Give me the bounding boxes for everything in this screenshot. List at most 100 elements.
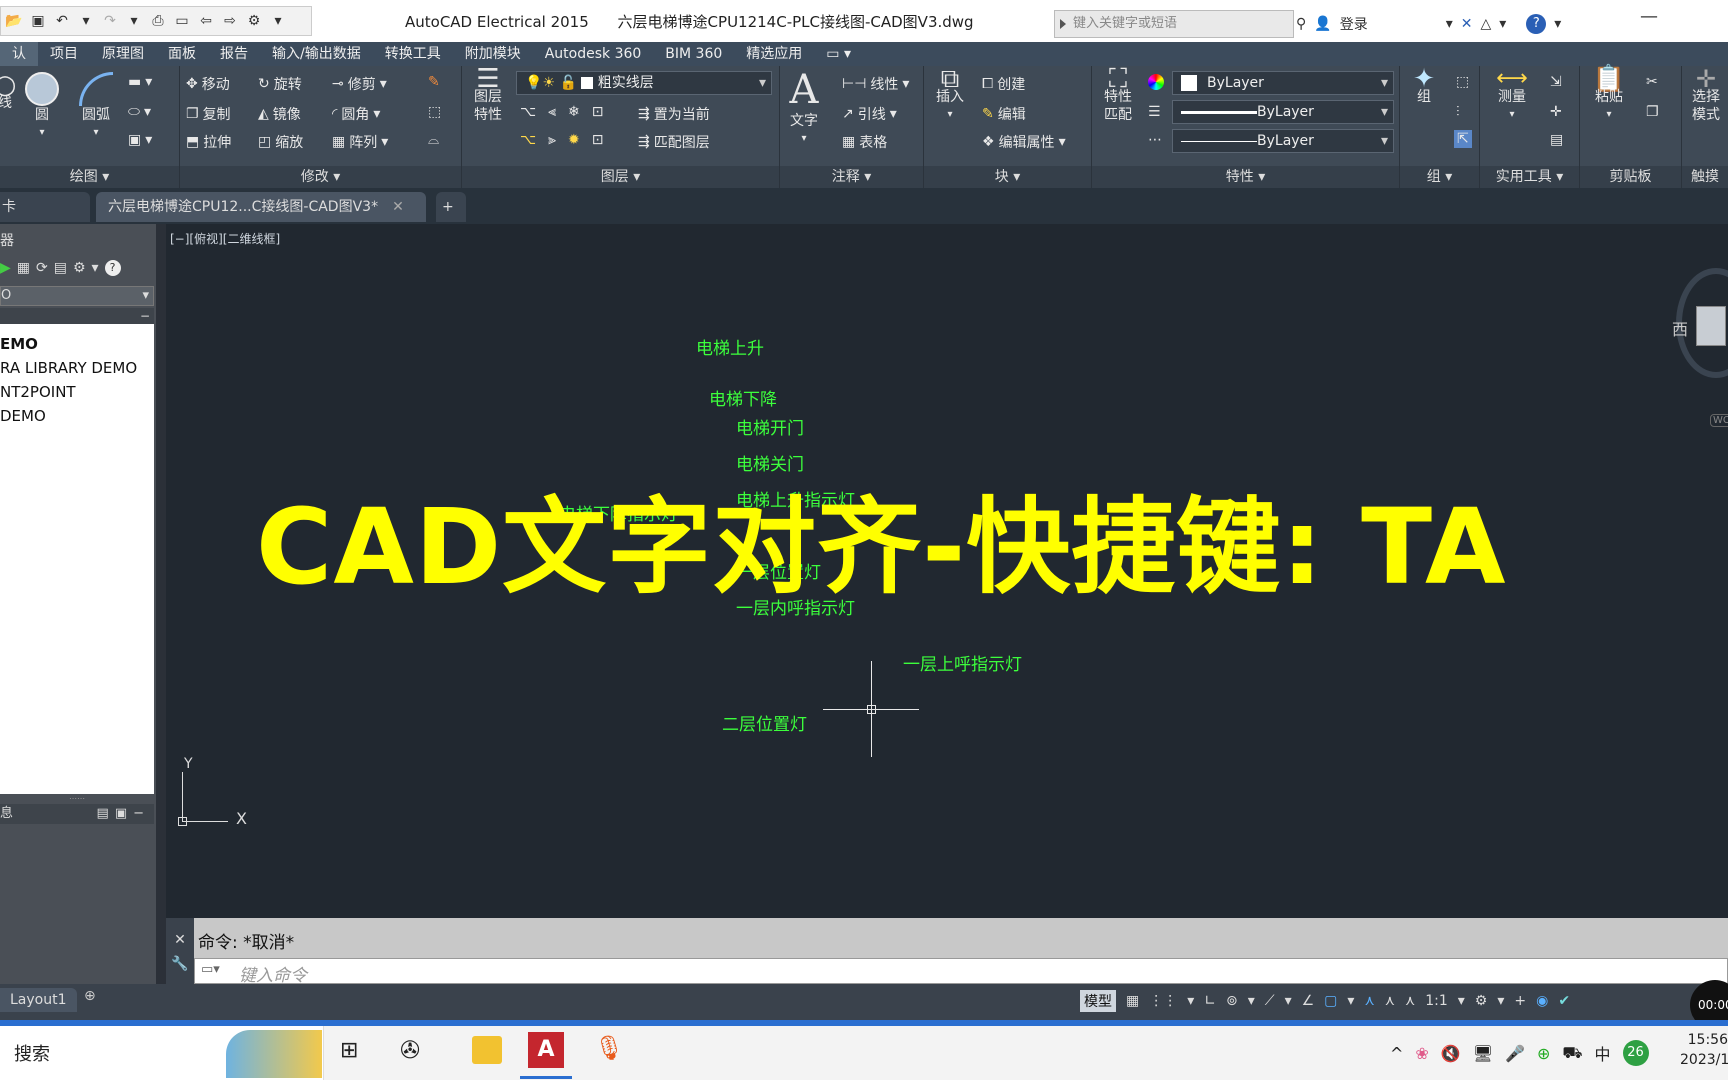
flower-icon[interactable]: ❀ — [1415, 1044, 1428, 1063]
measure-button[interactable]: ⟷ 测量 ▾ — [1484, 68, 1540, 124]
tab-addins[interactable]: 附加模块 — [453, 42, 533, 66]
ungroup-icon[interactable]: ⬚ — [1456, 74, 1469, 90]
clock[interactable]: 15:56 2023/1 — [1680, 1030, 1728, 1070]
layer-lock-icon[interactable]: ⊡ — [592, 104, 604, 120]
snap-icon[interactable]: ⋮⋮ — [1149, 993, 1177, 1009]
ime-indicator[interactable]: 中 — [1595, 1041, 1611, 1065]
folder-icon[interactable]: ▭ — [173, 12, 191, 30]
leader-button[interactable]: ↗ 引线 ▾ — [842, 104, 897, 124]
set-current-button[interactable]: ⇶ 置为当前 — [638, 104, 710, 124]
network-icon[interactable]: 🖥 — [1473, 1044, 1493, 1063]
minimize-icon[interactable]: — — [1640, 6, 1658, 27]
calculator-icon[interactable]: ▤ — [1550, 132, 1563, 148]
erase-button[interactable]: ✎ — [428, 74, 440, 90]
binoculars-icon[interactable]: ⚲ — [1296, 16, 1306, 32]
angle-icon[interactable]: ∠ — [1302, 993, 1315, 1009]
cad-text[interactable]: 二层位置灯 — [722, 710, 807, 735]
lineweight-icon[interactable]: ☰ — [1148, 104, 1161, 120]
tab-autodesk360[interactable]: Autodesk 360 — [533, 42, 654, 66]
wrench-icon[interactable]: 🔧 — [166, 956, 194, 972]
create-block-button[interactable]: ⧠ 创建 — [982, 74, 1025, 94]
customize-icon[interactable]: ▾ — [269, 12, 287, 30]
cad-text[interactable]: 电梯开门 — [736, 414, 804, 439]
point-icon[interactable]: ✛ — [1550, 104, 1562, 120]
tab-reports[interactable]: 报告 — [208, 42, 260, 66]
panel-title-draw[interactable]: 绘图 ▾ — [0, 166, 179, 188]
user-icon[interactable]: 👤 — [1314, 16, 1331, 32]
layer-unlock-icon[interactable]: ⊡ — [592, 132, 604, 148]
collapse-icon[interactable]: − — [0, 308, 154, 324]
linetype-combo[interactable]: ByLayer — [1172, 129, 1394, 153]
task-view-icon[interactable]: ⊞ — [340, 1038, 358, 1063]
offset-button[interactable]: ⌓ — [428, 132, 439, 148]
layer-on-icon[interactable]: ⌥ — [520, 132, 536, 148]
color-combo[interactable]: ByLayer — [1172, 71, 1394, 95]
cad-text[interactable]: 一层上呼指示灯 — [903, 650, 1022, 675]
dropdown-icon[interactable]: ▾ — [92, 260, 99, 276]
linetype-icon[interactable]: ⋯ — [1148, 132, 1162, 148]
help-icon[interactable]: ? — [104, 260, 121, 276]
layer-off-icon[interactable]: ⌥ — [520, 104, 536, 120]
panel-title-group[interactable]: 组 ▾ — [1400, 166, 1479, 188]
panel-title-utilities[interactable]: 实用工具 ▾ — [1480, 166, 1579, 188]
tab-home[interactable]: 认 — [0, 42, 38, 66]
annotation-scale-value[interactable]: 1:1 — [1425, 993, 1448, 1009]
linear-dim-button[interactable]: ⊢⊣ 线性 ▾ — [842, 74, 909, 94]
explode-button[interactable]: ⬚ — [428, 104, 441, 120]
quick-select-icon[interactable]: ⇲ — [1550, 74, 1562, 90]
dropdown-icon[interactable]: ▾ — [1347, 993, 1354, 1009]
dropdown-icon[interactable]: ▾ — [1497, 993, 1504, 1009]
mirror-button[interactable]: ◭ 镜像 — [258, 104, 301, 124]
dropdown-icon[interactable]: ▾ — [125, 12, 143, 30]
paste-button[interactable]: 📋 粘贴 ▾ — [1584, 66, 1634, 124]
search-input[interactable]: 键入关键字或短语 — [1054, 10, 1294, 38]
tab-active-drawing[interactable]: 六层电梯博途CPU12...C接线图-CAD图V3* ✕ — [96, 192, 426, 222]
layer-properties-button[interactable]: ☰ 图层 特性 — [466, 66, 510, 124]
notification-badge[interactable]: 26 — [1622, 1040, 1649, 1066]
panel-title-properties[interactable]: 特性 ▾ — [1092, 166, 1399, 188]
tab-conversion[interactable]: 转换工具 — [373, 42, 453, 66]
dropdown-icon[interactable]: ▾ — [1499, 16, 1506, 32]
hardware-accel-icon[interactable]: ✔ — [1558, 993, 1570, 1009]
back-icon[interactable]: ⇦ — [197, 12, 215, 30]
help-icon[interactable]: ? — [1526, 14, 1547, 34]
print-icon[interactable]: ⎙ — [149, 12, 167, 30]
osnap-icon[interactable]: ▢ — [1324, 993, 1337, 1009]
panel-title-modify[interactable]: 修改 ▾ — [180, 166, 461, 188]
color-wheel-icon[interactable] — [1148, 74, 1164, 90]
viewcube-west-label[interactable]: 西 — [1672, 316, 1688, 340]
viewcube[interactable] — [1696, 306, 1726, 346]
close-icon[interactable]: ✕ — [166, 932, 194, 948]
save-icon[interactable]: ▣ — [29, 12, 47, 30]
tab-schematic[interactable]: 原理图 — [90, 42, 156, 66]
volume-muted-icon[interactable]: 🔇 — [1441, 1044, 1461, 1063]
list-item[interactable]: NT2POINT — [0, 380, 154, 404]
layer-freeze-icon[interactable]: ❄ — [568, 104, 580, 120]
redo-icon[interactable]: ↷ — [101, 12, 119, 30]
dropdown-icon[interactable]: ▾ — [1187, 993, 1194, 1009]
dropdown-icon[interactable]: ▾ — [1446, 16, 1453, 32]
osnap-tracking-icon[interactable]: ⟋ — [1265, 993, 1275, 1009]
list-item[interactable]: EMO — [0, 332, 154, 356]
tab-panel[interactable]: 面板 — [156, 42, 208, 66]
polar-icon[interactable]: ⊚ — [1226, 993, 1238, 1009]
layer-thaw-icon[interactable]: ✹ — [568, 132, 580, 148]
dropdown-icon[interactable]: ▾ — [1285, 993, 1292, 1009]
undo-icon[interactable]: ↶ — [53, 12, 71, 30]
scale-button[interactable]: ◰ 缩放 — [258, 132, 303, 152]
layer-combo[interactable]: 💡☀ 🔓 粗实线层 — [516, 71, 772, 95]
line-button[interactable]: ○ 线 — [0, 72, 20, 112]
microphone-app-icon[interactable]: 🎙 — [594, 1034, 624, 1062]
group-select-icon[interactable]: ⇱ — [1454, 130, 1472, 148]
list-item[interactable]: DEMO — [0, 404, 154, 428]
tab-featured-apps[interactable]: 精选应用 — [734, 42, 814, 66]
tab-start[interactable]: 卡 — [0, 192, 90, 222]
project-combo[interactable]: O ▾ — [0, 286, 154, 306]
autocad-icon[interactable]: A — [528, 1032, 564, 1068]
chevron-up-icon[interactable]: ^ — [1390, 1044, 1403, 1063]
arc-button[interactable]: 圆弧 ▾ — [74, 72, 118, 142]
tray-app-icon[interactable]: ⛟ — [1562, 1043, 1582, 1064]
settings-icon[interactable]: ⚙ — [245, 12, 263, 30]
table-button[interactable]: ▦ 表格 — [842, 132, 887, 152]
text-button[interactable]: A 文字 ▾ — [784, 68, 824, 148]
